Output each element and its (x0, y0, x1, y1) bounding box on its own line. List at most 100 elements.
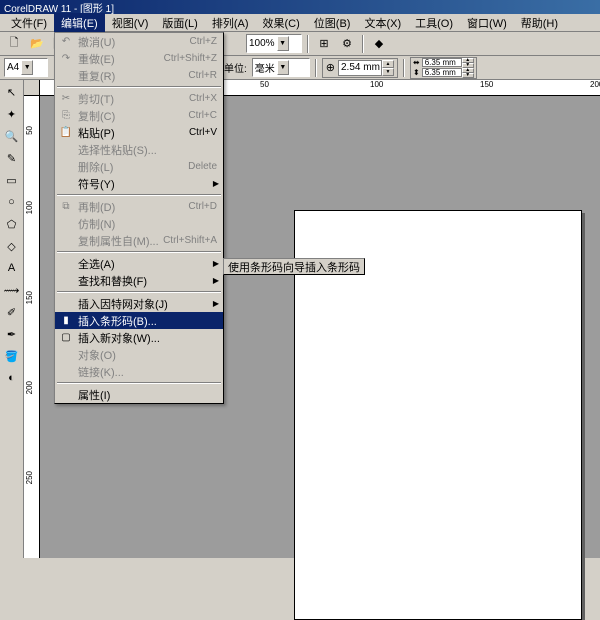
menu-object[interactable]: 对象(O) (55, 346, 223, 363)
chevron-down-icon: ▼ (277, 60, 289, 75)
zoom-tool[interactable]: 🔍 (2, 126, 22, 146)
outline-tool[interactable]: ✒ (2, 324, 22, 344)
interactive-fill-tool[interactable]: ◐ (2, 368, 22, 388)
separator (307, 35, 309, 53)
menu-window[interactable]: 窗口(W) (460, 13, 514, 33)
basic-shapes-tool[interactable]: ◇ (2, 236, 22, 256)
chevron-right-icon: ▶ (213, 299, 223, 308)
menu-delete[interactable]: 删除(L)Delete (55, 158, 223, 175)
menu-duplicate[interactable]: ⧉再制(D)Ctrl+D (55, 198, 223, 215)
zoom-combo[interactable]: 100% ▼ (246, 34, 302, 53)
blend-tool[interactable]: ⟿ (2, 280, 22, 300)
nudge-icon: ⊕ (326, 61, 335, 74)
menu-insert-internet[interactable]: 插入因特网对象(J)▶ (55, 295, 223, 312)
paste-icon: 📋 (57, 125, 75, 141)
new-button[interactable]: 🗋 (4, 34, 24, 54)
menu-select-all[interactable]: 全选(A)▶ (55, 255, 223, 272)
app-launcher-button[interactable]: ◆ (369, 34, 389, 54)
dupx-icon: ⬌ (413, 58, 420, 67)
options-button[interactable]: ⚙ (337, 34, 357, 54)
pick-tool[interactable]: ↖ (2, 82, 22, 102)
separator (362, 35, 364, 53)
shape-tool[interactable]: ✦ (2, 104, 22, 124)
separator (315, 59, 317, 77)
dupy-input[interactable] (422, 68, 462, 77)
unit-label: 单位: (224, 60, 247, 75)
dupx-input[interactable] (422, 58, 462, 67)
menu-paste-special[interactable]: 选择性粘贴(S)... (55, 141, 223, 158)
chevron-right-icon: ▶ (213, 276, 223, 285)
menu-view[interactable]: 视图(V) (105, 13, 156, 33)
menu-copy-properties[interactable]: 复制属性自(M)...Ctrl+Shift+A (55, 232, 223, 249)
dupx-spinner[interactable]: ⬌ ▲▼ (413, 58, 474, 68)
up-icon[interactable]: ▲ (382, 60, 394, 68)
menu-paste[interactable]: 📋粘贴(P)Ctrl+V (55, 124, 223, 141)
rectangle-tool[interactable]: ▭ (2, 170, 22, 190)
unit-combo[interactable]: 毫米 ▼ (252, 58, 310, 77)
menu-copy[interactable]: ⎘复制(C)Ctrl+C (55, 107, 223, 124)
toolbox: ↖ ✦ 🔍 ✎ ▭ ○ ⬠ ◇ A ⟿ ✐ ✒ 🪣 ◐ (0, 80, 24, 558)
menu-properties[interactable]: 属性(I) (55, 386, 223, 403)
redo-icon: ↷ (57, 51, 75, 67)
vertical-ruler: 50 100 150 200 250 (24, 96, 40, 558)
fill-tool[interactable]: 🪣 (2, 346, 22, 366)
menu-clone[interactable]: 仿制(N) (55, 215, 223, 232)
freehand-tool[interactable]: ✎ (2, 148, 22, 168)
ruler-label: 50 (25, 126, 34, 135)
edit-menu-dropdown: ↶撤消(U)Ctrl+Z ↷重做(E)Ctrl+Shift+Z 重复(R)Ctr… (54, 32, 224, 404)
dupy-spinner[interactable]: ⬍ ▲▼ (413, 68, 474, 78)
ruler-corner (24, 80, 40, 96)
menu-find-replace[interactable]: 查找和替换(F)▶ (55, 272, 223, 289)
menu-symbol[interactable]: 符号(Y)▶ (55, 175, 223, 192)
ruler-label: 200 (25, 381, 34, 394)
menu-insert-barcode[interactable]: ▮插入条形码(B)... (55, 312, 223, 329)
menu-file[interactable]: 文件(F) (4, 13, 54, 33)
menu-tools[interactable]: 工具(O) (408, 13, 460, 33)
tooltip-text: 使用条形码向导插入条形码 (228, 259, 360, 275)
paper-combo[interactable]: A4 ▼ (4, 58, 48, 77)
chevron-right-icon: ▶ (213, 179, 223, 188)
duplicate-icon: ⧉ (57, 199, 75, 215)
ruler-label: 100 (370, 80, 383, 89)
menu-bitmaps[interactable]: 位图(B) (307, 13, 358, 33)
polygon-tool[interactable]: ⬠ (2, 214, 22, 234)
menu-repeat[interactable]: 重复(R)Ctrl+R (55, 67, 223, 84)
separator (403, 59, 405, 77)
menu-cut[interactable]: ✂剪切(T)Ctrl+X (55, 90, 223, 107)
menu-links[interactable]: 链接(K)... (55, 363, 223, 380)
menu-text[interactable]: 文本(X) (357, 13, 408, 33)
menu-insert-new-object[interactable]: ▢插入新对象(W)... (55, 329, 223, 346)
menu-help[interactable]: 帮助(H) (514, 13, 565, 33)
eyedropper-tool[interactable]: ✐ (2, 302, 22, 322)
ruler-label: 100 (25, 201, 34, 214)
menu-effects[interactable]: 效果(C) (256, 13, 307, 33)
down-icon[interactable]: ▼ (382, 68, 394, 76)
paper-value: A4 (7, 62, 19, 73)
ruler-label: 50 (260, 80, 269, 89)
cut-icon: ✂ (57, 91, 75, 107)
separator (57, 194, 221, 196)
undo-icon: ↶ (57, 34, 75, 50)
open-button[interactable]: 📂 (27, 34, 47, 54)
separator (57, 86, 221, 88)
down-icon[interactable]: ▼ (462, 73, 474, 78)
chevron-right-icon: ▶ (213, 259, 223, 268)
nudge-input[interactable] (338, 60, 382, 76)
text-tool[interactable]: A (2, 258, 22, 278)
nudge-spinner[interactable]: ▲▼ (338, 60, 394, 76)
menu-edit[interactable]: 编辑(E) (54, 13, 105, 33)
ellipse-tool[interactable]: ○ (2, 192, 22, 212)
menu-arrange[interactable]: 排列(A) (205, 13, 256, 33)
menu-undo[interactable]: ↶撤消(U)Ctrl+Z (55, 33, 223, 50)
barcode-tooltip: 使用条形码向导插入条形码 (223, 258, 365, 275)
menu-layout[interactable]: 版面(L) (155, 13, 204, 33)
ruler-label: 250 (25, 471, 34, 484)
separator (57, 291, 221, 293)
menu-redo[interactable]: ↷重做(E)Ctrl+Shift+Z (55, 50, 223, 67)
unit-value: 毫米 (255, 60, 275, 75)
ruler-label: 150 (480, 80, 493, 89)
snap-button[interactable]: ⊞ (314, 34, 334, 54)
barcode-icon: ▮ (57, 313, 75, 329)
zoom-value: 100% (249, 38, 275, 49)
chevron-down-icon: ▼ (21, 60, 33, 75)
